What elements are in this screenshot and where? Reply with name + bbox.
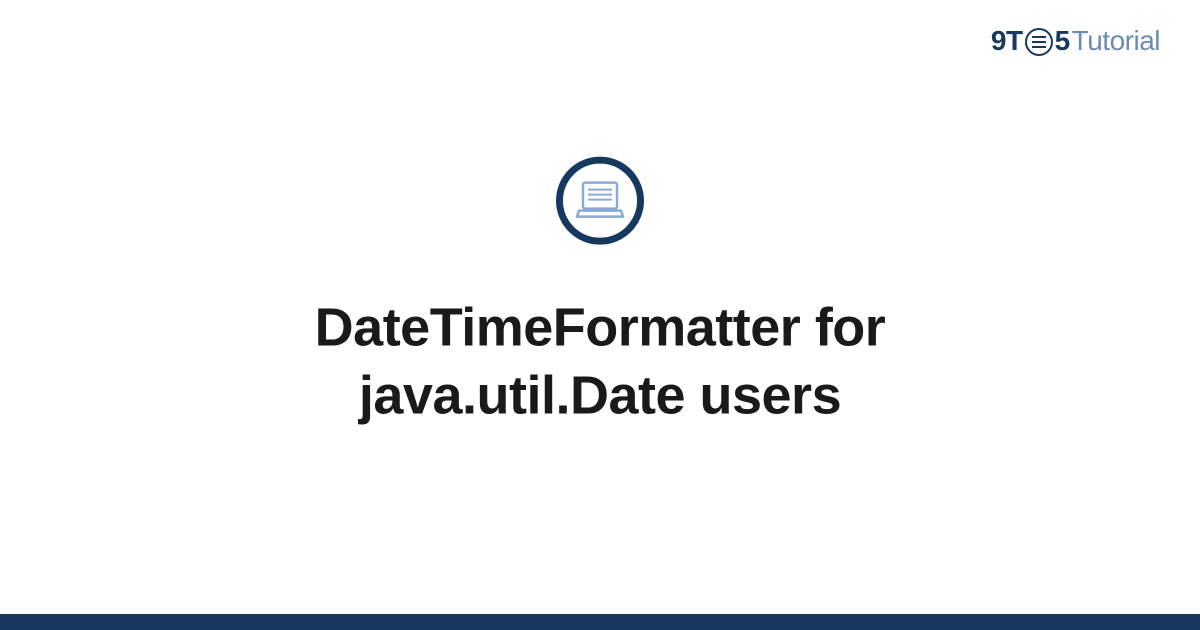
footer-accent-bar: [0, 614, 1200, 630]
hero-icon-circle: [556, 157, 644, 245]
main-content: DateTimeFormatter for java.util.Date use…: [0, 157, 1200, 430]
site-logo: 9T 5 Tutorial: [991, 25, 1160, 57]
logo-text-tutorial: Tutorial: [1072, 25, 1160, 57]
logo-text-5: 5: [1055, 25, 1070, 57]
logo-text-9t: 9T: [991, 25, 1023, 57]
laptop-document-icon: [575, 181, 625, 221]
logo-ring-icon: [1025, 28, 1053, 56]
logo-ring-bars: [1032, 41, 1046, 44]
page-title: DateTimeFormatter for java.util.Date use…: [150, 295, 1050, 430]
